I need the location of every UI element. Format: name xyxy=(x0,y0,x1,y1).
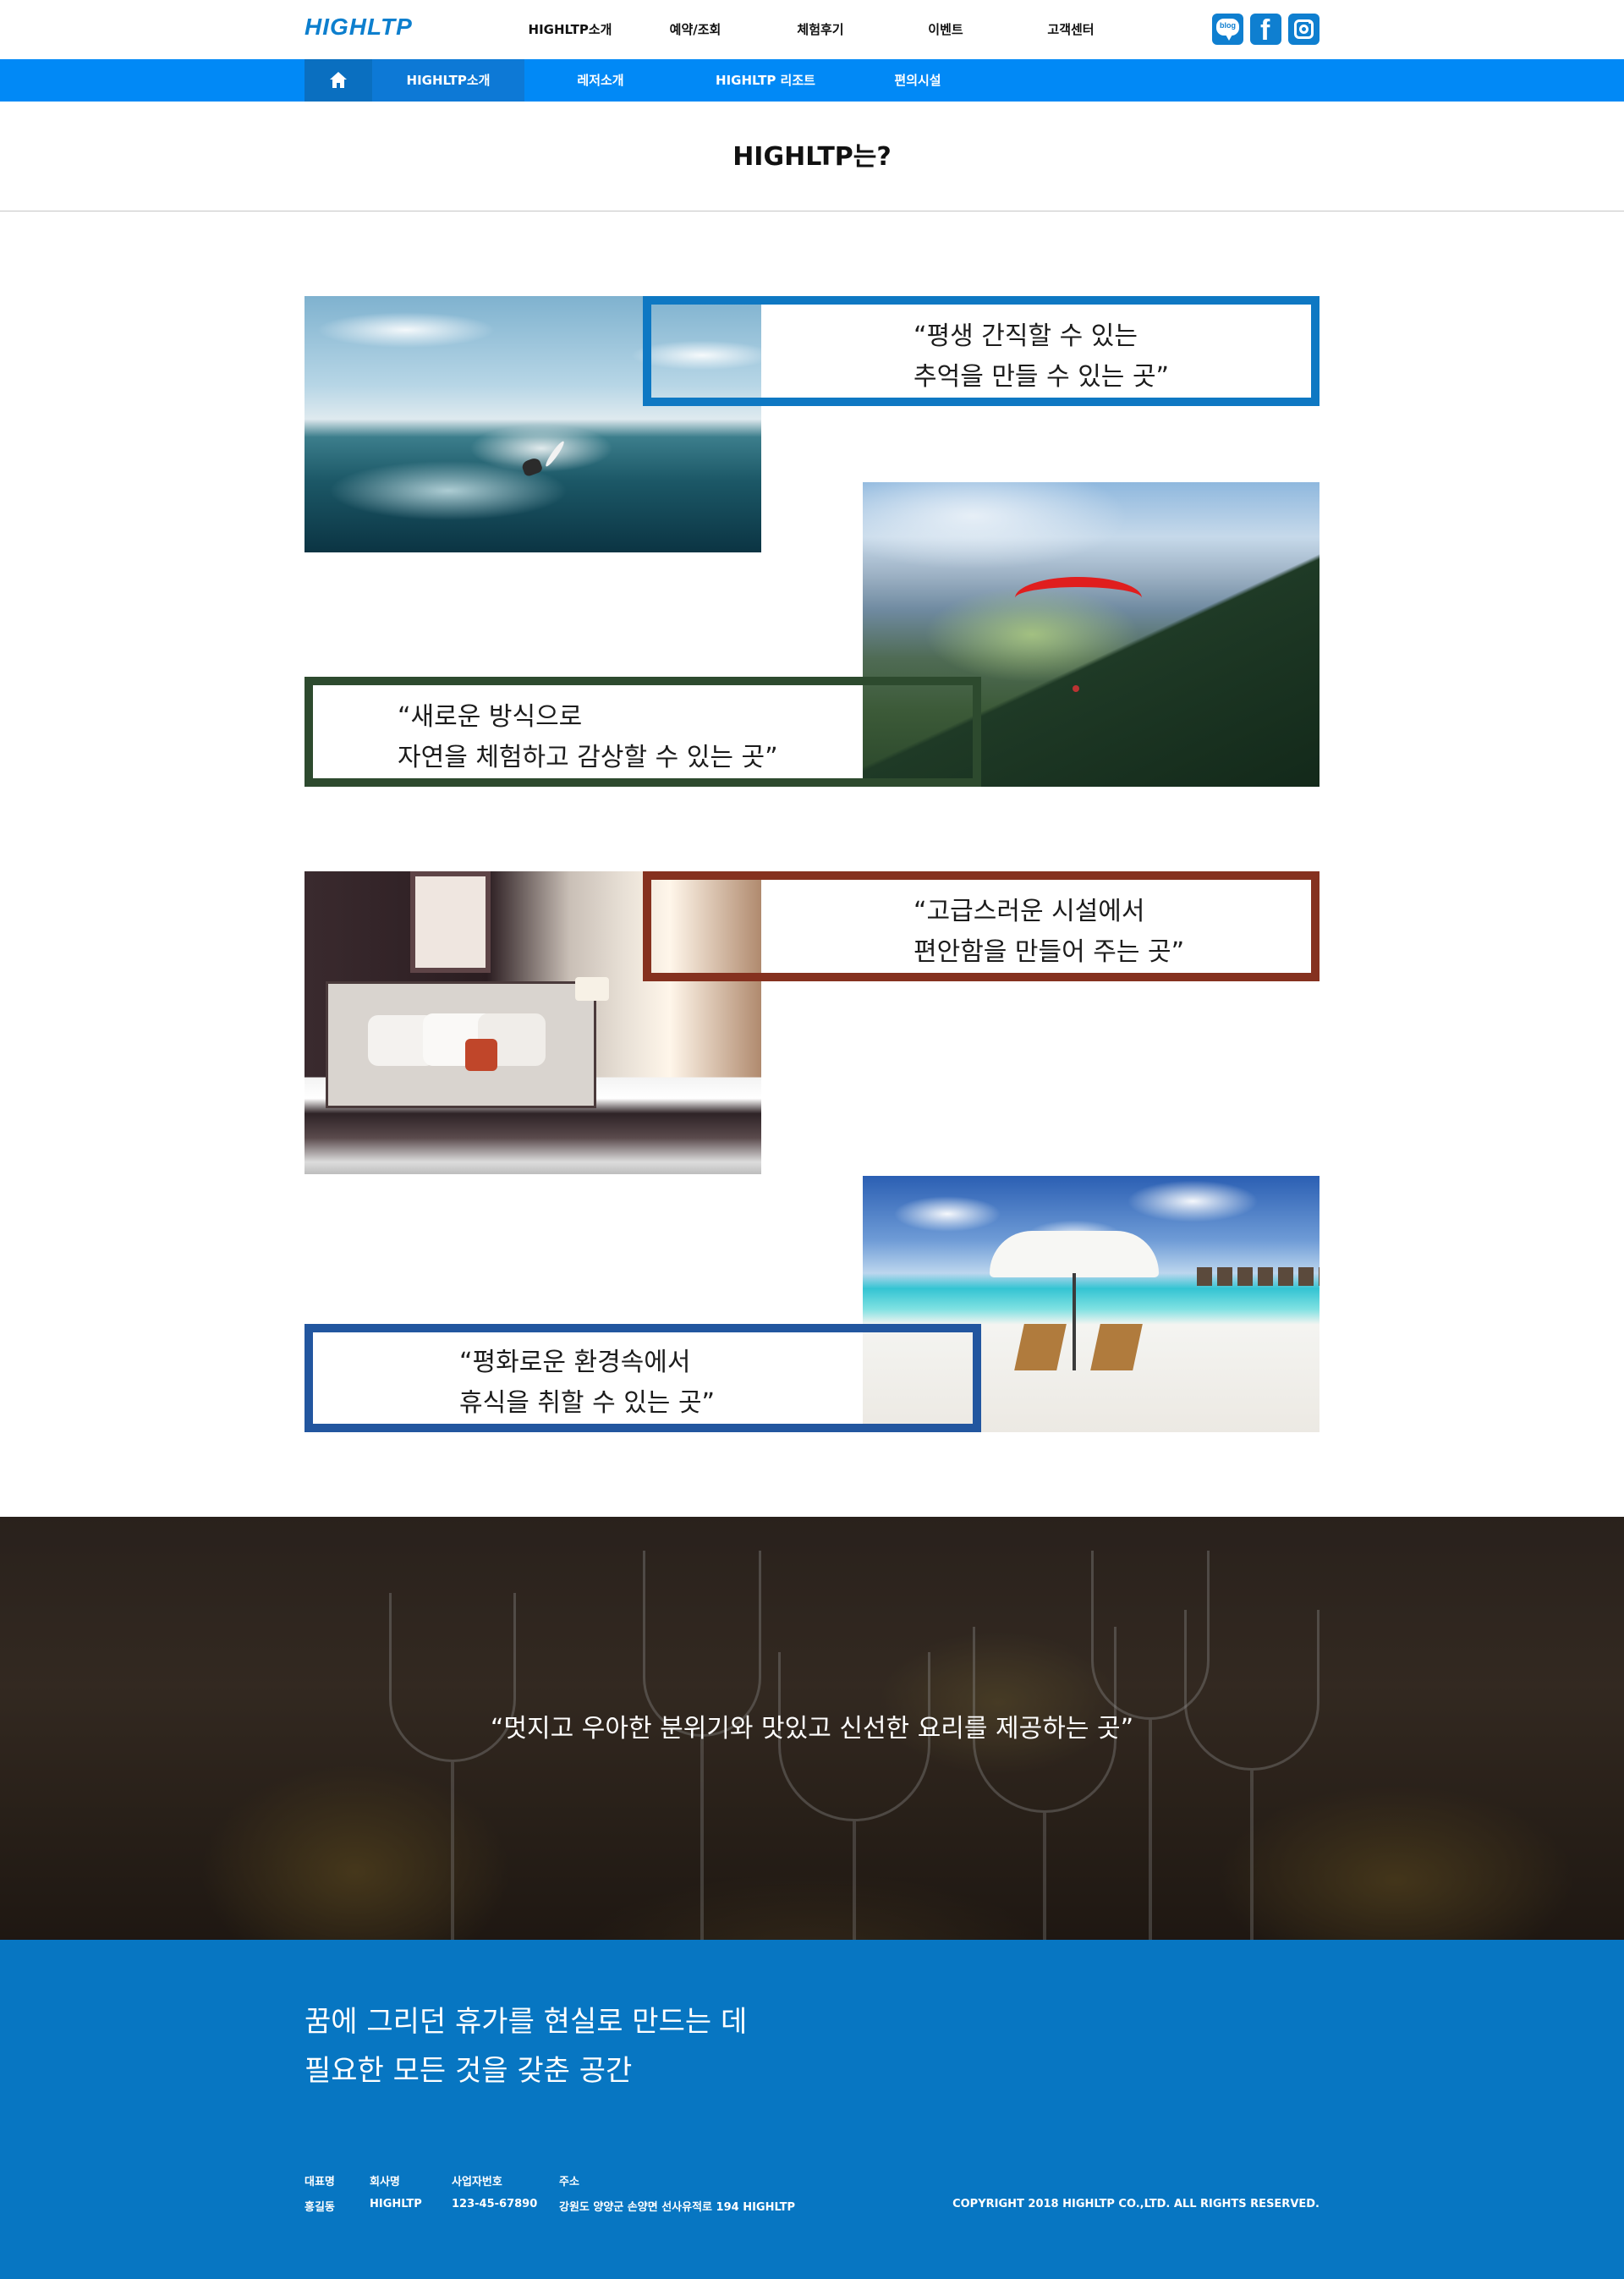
nav-item-support[interactable]: 고객센터 xyxy=(1008,0,1133,59)
instagram-icon[interactable] xyxy=(1288,14,1320,45)
footer-slogan-line: 꿈에 그리던 휴가를 현실로 만드는 데 xyxy=(304,2005,748,2039)
quote-box-nature: “새로운 방식으로 자연을 체험하고 감상할 수 있는 곳” xyxy=(304,677,981,787)
page-title: HIGHLTP는? xyxy=(732,142,892,172)
facebook-icon-glyph: f xyxy=(1260,14,1270,47)
subnav-item-about[interactable]: HIGHLTP소개 xyxy=(372,59,524,102)
facebook-icon[interactable]: f xyxy=(1250,14,1281,47)
quote-line: “고급스러운 시설에서 xyxy=(914,897,1145,926)
sub-nav-bar: HIGHLTP소개 레저소개 HIGHLTP 리조트 편의시설 xyxy=(0,59,1624,102)
footer-info-value: HIGHLTP xyxy=(370,2198,422,2210)
footer-info-label: 주소 xyxy=(559,2176,579,2188)
nav-item-about[interactable]: HIGHLTP소개 xyxy=(508,0,633,59)
dining-caption: “멋지고 우아한 분위기와 맛있고 신선한 요리를 제공하는 곳” xyxy=(490,1714,1134,1744)
quote-line: 추억을 만들 수 있는 곳” xyxy=(914,362,1170,392)
nav-item-reviews[interactable]: 체험후기 xyxy=(758,0,883,59)
footer-info-label: 회사명 xyxy=(370,2176,400,2188)
quote-line: 자연을 체험하고 감상할 수 있는 곳” xyxy=(398,743,778,772)
nav-item-events[interactable]: 이벤트 xyxy=(883,0,1008,59)
footer-info-value: 123-45-67890 xyxy=(452,2198,538,2210)
blog-icon[interactable]: blog xyxy=(1212,14,1243,45)
blog-icon-label: blog xyxy=(1220,21,1236,30)
subnav-item-resort[interactable]: HIGHLTP 리조트 xyxy=(677,59,854,102)
footer-info-value: 홍길동 xyxy=(304,2201,335,2214)
quote-box-memories: “평생 간직할 수 있는 추억을 만들 수 있는 곳” xyxy=(643,296,1320,406)
page-title-section: HIGHLTP는? xyxy=(0,102,1624,211)
top-header: HIGHLTP HIGHLTP소개 예약/조회 체험후기 이벤트 고객센터 bl… xyxy=(0,0,1624,59)
subnav-item-facilities[interactable]: 편의시설 xyxy=(854,59,981,102)
home-icon xyxy=(330,72,347,89)
footer-info-label: 대표명 xyxy=(304,2176,335,2188)
home-button[interactable] xyxy=(304,59,372,102)
sub-nav: HIGHLTP소개 레저소개 HIGHLTP 리조트 편의시설 xyxy=(304,59,981,102)
quote-box-comfort: “고급스러운 시설에서 편안함을 만들어 주는 곳” xyxy=(643,871,1320,981)
footer xyxy=(0,1940,1624,2279)
quote-line: 편안함을 만들어 주는 곳” xyxy=(914,937,1185,967)
footer-info-value: 강원도 양양군 손양면 선사유적로 194 HIGHLTP xyxy=(559,2201,796,2214)
footer-info-label: 사업자번호 xyxy=(452,2176,502,2188)
quote-box-rest: “평화로운 환경속에서 휴식을 취할 수 있는 곳” xyxy=(304,1324,981,1432)
sns-links: blog f xyxy=(1212,14,1320,47)
subnav-item-leisure[interactable]: 레저소개 xyxy=(524,59,677,102)
quote-line: “새로운 방식으로 xyxy=(398,702,583,732)
copyright: COPYRIGHT 2018 HIGHLTP CO.,LTD. ALL RIGH… xyxy=(952,2198,1320,2210)
footer-slogan-line: 필요한 모든 것을 갖춘 공간 xyxy=(304,2054,633,2088)
nav-item-reservation[interactable]: 예약/조회 xyxy=(633,0,758,59)
main-nav: HIGHLTP소개 예약/조회 체험후기 이벤트 고객센터 xyxy=(508,0,1133,59)
quote-line: 휴식을 취할 수 있는 곳” xyxy=(459,1388,716,1418)
logo[interactable]: HIGHLTP xyxy=(304,14,413,41)
quote-line: “평화로운 환경속에서 xyxy=(459,1348,691,1377)
quote-line: “평생 간직할 수 있는 xyxy=(914,321,1138,351)
